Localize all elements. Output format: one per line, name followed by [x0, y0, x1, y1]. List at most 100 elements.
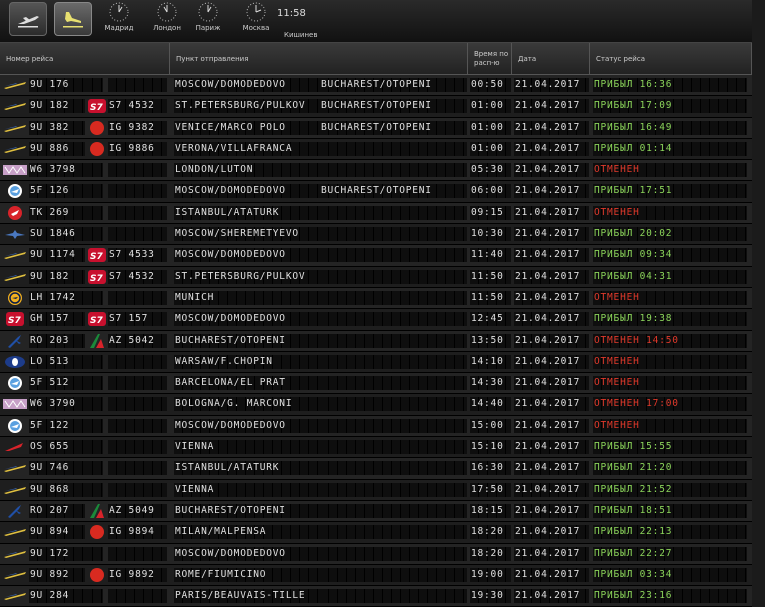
scheduled-time: 17:50: [470, 482, 511, 497]
origin-secondary: [320, 376, 467, 391]
origin-primary: ISTANBUL/ATATURK: [174, 205, 321, 220]
flight-status: ПРИБЫЛ 17:51: [593, 184, 747, 199]
flight-date: 21.04.2017: [514, 205, 589, 220]
origin-primary: ISTANBUL/ATATURK: [174, 461, 321, 476]
scheduled-time: 11:50: [470, 290, 511, 305]
flight-date: 21.04.2017: [514, 163, 589, 178]
table-row: 9U 182 S7 S7 4532 ST.PETERSBURG/PULKOV 11:50…: [0, 266, 752, 288]
col-scheduled-header: Время по расп-ю: [468, 43, 512, 74]
codeshare-number: [108, 205, 167, 220]
flight-number: 5F 122: [29, 418, 85, 433]
origin-secondary: [320, 205, 467, 220]
codeshare-number: [108, 482, 167, 497]
table-row: LH 1742 MUNICH 11:50 21.04.2017 ОТМЕНЕН: [0, 287, 752, 310]
flight-number: OS 655: [29, 440, 85, 455]
departures-button[interactable]: [9, 2, 47, 36]
codeshare-logo-slot: [84, 482, 103, 497]
table-header: Номер рейса Пункт отправления Время по р…: [0, 43, 752, 75]
austrian-logo-icon: [2, 439, 28, 455]
flight-number: 9U 182: [29, 269, 85, 284]
flight-date: 21.04.2017: [514, 290, 589, 305]
table-row: 9U 1174 S7 S7 4533 MOSCOW/DOMODEDOVO 11:40 21…: [0, 245, 752, 267]
flight-number: 9U 182: [29, 99, 85, 114]
codeshare-number: [108, 397, 167, 412]
codeshare-logo-slot: [84, 397, 103, 412]
fly-logo-icon: [2, 375, 28, 391]
clock-icon: [198, 2, 218, 22]
flight-date: 21.04.2017: [514, 227, 589, 242]
flight-date: 21.04.2017: [514, 184, 589, 199]
codeshare-number: [108, 418, 167, 433]
flight-number: TK 269: [29, 205, 85, 220]
flight-number: 5F 512: [29, 376, 85, 391]
fly-logo-icon: [2, 418, 28, 434]
utair-logo-icon: [2, 524, 28, 540]
flight-status: ОТМЕНЕН: [593, 354, 747, 369]
scheduled-time: 15:10: [470, 440, 511, 455]
codeshare-logo-slot: [84, 589, 103, 604]
utair-logo-icon: [2, 141, 28, 157]
col-flight-header: Номер рейса: [0, 43, 170, 74]
codeshare-logo-slot: [84, 205, 103, 220]
codeshare-logo-slot: [84, 354, 103, 369]
scheduled-time: 01:00: [470, 120, 511, 135]
top-bar: Мадрид Лондон Париж Москва 11:58 Кишинев: [0, 0, 752, 43]
scheduled-time: 01:00: [470, 141, 511, 156]
scheduled-time: 18:15: [470, 503, 511, 518]
table-row: S7 GH 157 S7 S7 157 MOSCOW/DOMODEDOVO 12:45 21…: [0, 309, 752, 331]
s7-codeshare-logo-icon: S7: [88, 269, 106, 285]
origin-secondary: [320, 440, 467, 455]
table-row: RO 207 AZ 5049 BUCHAREST/OTOPENI 18:15 21.04…: [0, 500, 752, 523]
departures-icon: [18, 16, 39, 28]
origin-secondary: [320, 141, 467, 156]
current-time: 11:58: [277, 8, 306, 19]
table-row: OS 655 VIENNA 15:10 21.04.2017 ПРИБЫЛ 15:55: [0, 437, 752, 459]
scheduled-time: 15:00: [470, 418, 511, 433]
flight-number: RO 203: [29, 333, 85, 348]
clock-icon: [157, 2, 177, 22]
aeroflot-logo-icon: [2, 226, 28, 242]
flight-number: SU 1846: [29, 227, 85, 242]
flight-date: 21.04.2017: [514, 567, 589, 582]
origin-primary: MOSCOW/DOMODEDOVO: [174, 312, 321, 327]
scheduled-time: 06:00: [470, 184, 511, 199]
alitalia-codeshare-logo-icon: [88, 503, 106, 519]
origin-primary: BOLOGNA/G. MARCONI: [174, 397, 321, 412]
origin-primary: BUCHAREST/OTOPENI: [174, 503, 321, 518]
origin-primary: MOSCOW/DOMODEDOVO: [174, 546, 321, 561]
flight-status: ПРИБЫЛ 21:52: [593, 482, 747, 497]
utair-logo-icon: [2, 247, 28, 263]
origin-secondary: [320, 525, 467, 540]
utair-logo-icon: [2, 120, 28, 136]
origin-primary: ROME/FIUMICINO: [174, 567, 321, 582]
origin-primary: LONDON/LUTON: [174, 163, 321, 178]
flight-status: ПРИБЫЛ 15:55: [593, 440, 747, 455]
utair-logo-icon: [2, 482, 28, 498]
arrivals-button[interactable]: [54, 2, 92, 36]
s7-codeshare-logo-icon: S7: [88, 98, 106, 114]
wizz-logo-icon: [2, 396, 28, 412]
flight-date: 21.04.2017: [514, 482, 589, 497]
codeshare-number: IG 9894: [108, 525, 167, 540]
origin-secondary: BUCHAREST/OTOPENI: [320, 184, 467, 199]
scheduled-time: 13:50: [470, 333, 511, 348]
flight-date: 21.04.2017: [514, 589, 589, 604]
flight-status: ПРИБЫЛ 16:49: [593, 120, 747, 135]
col-status-header: Статус рейса: [590, 43, 752, 74]
origin-secondary: [320, 482, 467, 497]
table-row: 5F 122 MOSCOW/DOMODEDOVO 15:00 21.04.2017 ОТ…: [0, 415, 752, 438]
origin-secondary: [320, 227, 467, 242]
flight-status: ПРИБЫЛ 04:31: [593, 269, 747, 284]
flight-status: ПРИБЫЛ 09:34: [593, 248, 747, 263]
utair-logo-icon: [2, 98, 28, 114]
flight-date: 21.04.2017: [514, 120, 589, 135]
origin-secondary: [320, 567, 467, 582]
flight-status: ПРИБЫЛ 23:16: [593, 589, 747, 604]
codeshare-logo-slot: [84, 376, 103, 391]
flight-status: ОТМЕНЕН: [593, 163, 747, 178]
origin-primary: VIENNA: [174, 482, 321, 497]
table-row: 5F 126 MOSCOW/DOMODEDOVO BUCHAREST/OTOPENI…: [0, 181, 752, 203]
origin-primary: ST.PETERSBURG/PULKOV: [174, 99, 321, 114]
flight-date: 21.04.2017: [514, 397, 589, 412]
flight-date: 21.04.2017: [514, 546, 589, 561]
